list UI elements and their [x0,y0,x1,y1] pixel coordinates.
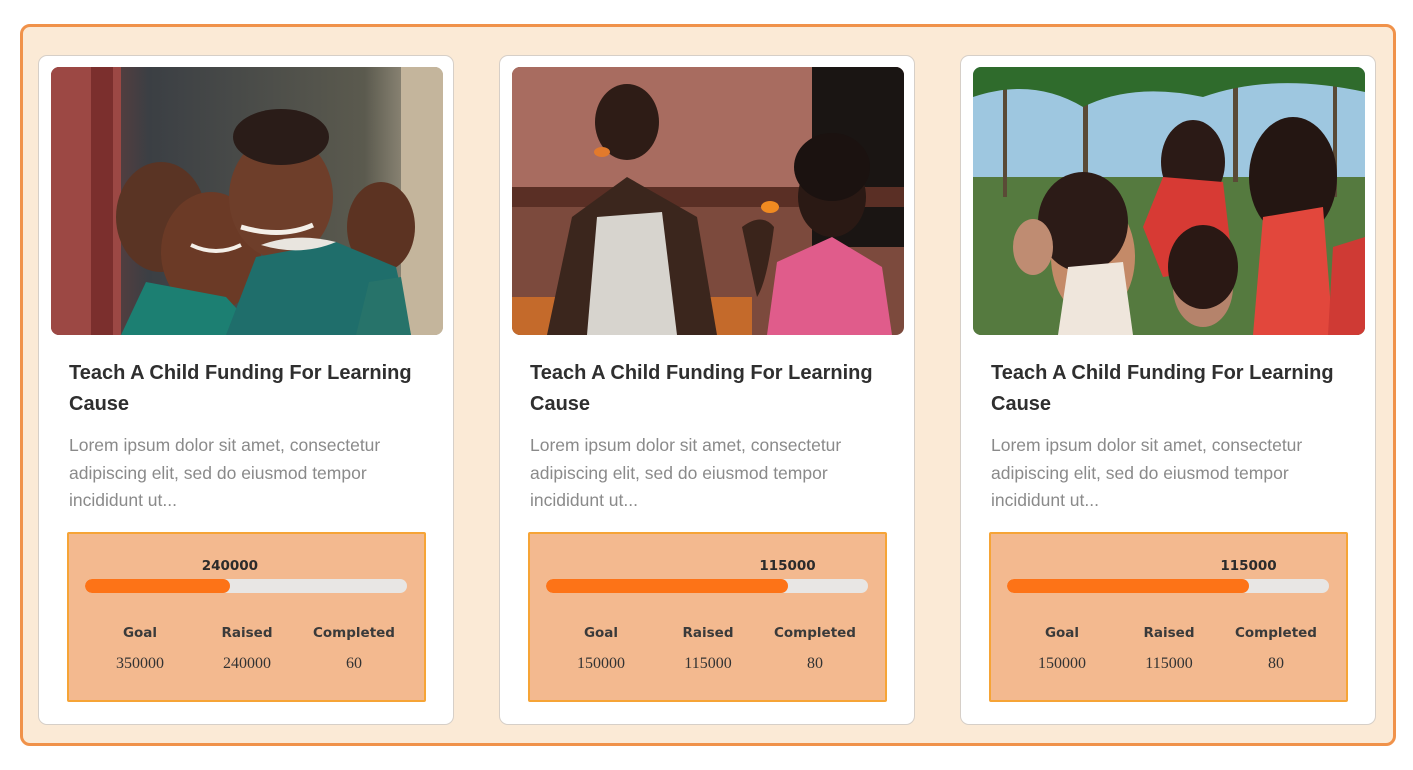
completed-stat: Completed 80 [760,624,870,674]
progress-bar [546,579,868,593]
cause-photo-illustration [512,67,904,335]
raised-label: Raised [221,625,273,641]
raised-stat: Raised 240000 [192,624,302,674]
funding-stats-panel: 240000 Goal 350000 Raised 240000 Complet… [67,532,426,702]
completed-value: 60 [346,655,362,672]
progress-raised-label: 115000 [759,558,816,574]
completed-label: Completed [1235,625,1317,641]
cause-description: Lorem ipsum dolor sit amet, consectetur … [69,435,381,510]
cause-title[interactable]: Teach A Child Funding For Learning Cause [530,358,890,420]
progress-bar-fill [546,579,788,593]
funding-stats-panel: 115000 Goal 150000 Raised 115000 Complet… [989,532,1348,702]
goal-value: 150000 [1038,655,1086,672]
funding-stats-panel: 115000 Goal 150000 Raised 115000 Complet… [528,532,887,702]
cause-title[interactable]: Teach A Child Funding For Learning Cause [69,358,429,420]
cause-title[interactable]: Teach A Child Funding For Learning Cause [991,358,1351,420]
raised-value: 240000 [223,655,271,672]
raised-stat: Raised 115000 [1114,624,1224,674]
completed-stat: Completed 60 [299,624,409,674]
progress-bar-fill [85,579,230,593]
cause-photo[interactable] [51,67,443,335]
goal-label: Goal [1044,625,1080,641]
goal-value: 150000 [577,655,625,672]
completed-value: 80 [807,655,823,672]
cause-description: Lorem ipsum dolor sit amet, consectetur … [991,435,1303,510]
goal-label: Goal [122,625,158,641]
raised-value: 115000 [684,655,732,672]
completed-label: Completed [313,625,395,641]
completed-value: 80 [1268,655,1284,672]
goal-value: 350000 [116,655,164,672]
progress-raised-label: 240000 [201,558,259,574]
cause-photo[interactable] [512,67,904,335]
raised-stat: Raised 115000 [653,624,763,674]
progress-bar [1007,579,1329,593]
goal-label: Goal [583,625,619,641]
completed-label: Completed [774,625,856,641]
cause-photo-illustration [973,67,1365,335]
raised-label: Raised [1143,625,1195,641]
progress-raised-label: 115000 [1220,558,1277,574]
raised-label: Raised [682,625,734,641]
goal-stat: Goal 350000 [85,624,195,674]
progress-bar [85,579,407,593]
cause-description: Lorem ipsum dolor sit amet, consectetur … [530,435,842,510]
goal-stat: Goal 150000 [546,624,656,674]
goal-stat: Goal 150000 [1007,624,1117,674]
cause-card[interactable]: Teach A Child Funding For Learning Cause… [38,55,454,725]
cause-card[interactable]: Teach A Child Funding For Learning Cause… [960,55,1376,725]
progress-bar-fill [1007,579,1249,593]
cause-photo-illustration [51,67,443,335]
completed-stat: Completed 80 [1221,624,1331,674]
raised-value: 115000 [1145,655,1193,672]
cause-photo[interactable] [973,67,1365,335]
causes-section: Teach A Child Funding For Learning Cause… [20,24,1396,746]
cause-card[interactable]: Teach A Child Funding For Learning Cause… [499,55,915,725]
